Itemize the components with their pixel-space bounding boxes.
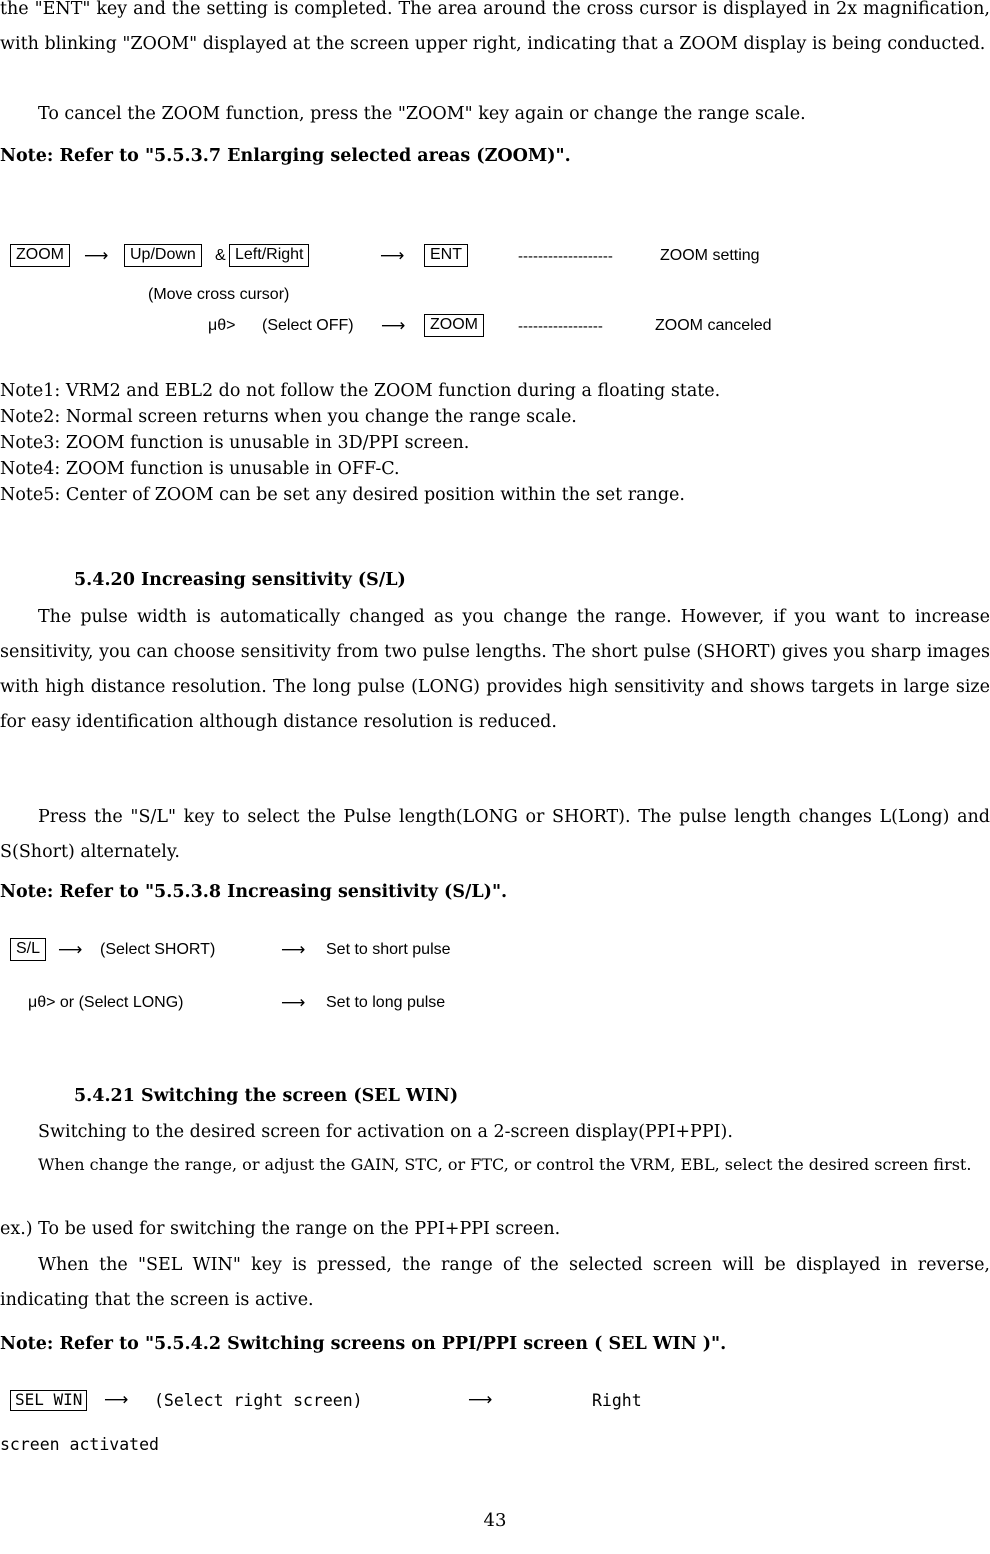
label-select-off: (Select OFF) <box>262 317 354 334</box>
paragraph-zoom-cancel: To cancel the ZOOM function, press the "… <box>0 97 990 132</box>
paragraph-text: To cancel the ZOOM function, press the "… <box>38 104 806 124</box>
note-ref-selwin: Note: Refer to "5.5.4.2 Switching screen… <box>0 1334 727 1354</box>
arrow-icon: ⟶ <box>84 246 108 266</box>
note-item: Note3: ZOOM function is unusable in 3D/P… <box>0 433 470 453</box>
key-left-right[interactable]: Left/Right <box>229 244 310 267</box>
label-zoom-canceled: ZOOM canceled <box>655 317 772 334</box>
paragraph-text: When change the range, or adjust the GAI… <box>38 1155 972 1174</box>
paragraph-selwin-1: Switching to the desired screen for acti… <box>0 1115 990 1150</box>
key-zoom-cancel[interactable]: ZOOM <box>424 314 484 337</box>
label-select-right-screen: (Select right screen) <box>154 1391 363 1410</box>
paragraph-sl-1: The pulse width is automatically changed… <box>0 600 990 740</box>
label-screen-activated: screen activated <box>0 1435 159 1454</box>
paragraph-selwin-2: When change the range, or adjust the GAI… <box>0 1150 990 1179</box>
label-zoom-setting: ZOOM setting <box>660 247 760 264</box>
arrow-icon: ⟶ <box>381 316 405 336</box>
paragraph-text: the "ENT" key and the setting is complet… <box>0 0 990 54</box>
key-sel-win[interactable]: SEL WIN <box>10 1390 88 1411</box>
zoom-notes-list: Note1: VRM2 and EBL2 do not follow the Z… <box>0 378 990 508</box>
paragraph-selwin-4: When the "SEL WIN" key is pressed, the r… <box>0 1248 990 1318</box>
key-ent[interactable]: ENT <box>424 244 468 267</box>
label-mu-theta-long: μθ> or (Select LONG) <box>28 994 184 1011</box>
ampersand-label: & <box>215 247 226 264</box>
paragraph-text: Switching to the desired screen for acti… <box>38 1122 733 1142</box>
arrow-icon: ⟶ <box>104 1390 128 1410</box>
label-select-short: (Select SHORT) <box>100 941 216 958</box>
section-heading-5-4-20: 5.4.20 Increasing sensitivity (S/L) <box>74 570 406 590</box>
note-item: Note5: Center of ZOOM can be set any des… <box>0 485 685 505</box>
arrow-icon: ⟶ <box>281 940 305 960</box>
paragraph-text: ex.) To be used for switching the range … <box>0 1219 561 1239</box>
page-number: 43 <box>483 1510 507 1531</box>
note-item: Note1: VRM2 and EBL2 do not follow the Z… <box>0 381 721 401</box>
paragraph-text: When the "SEL WIN" key is pressed, the r… <box>0 1255 990 1310</box>
label-right: Right <box>592 1391 642 1410</box>
paragraph-zoom-intro: the "ENT" key and the setting is complet… <box>0 0 990 62</box>
label-set-long-pulse: Set to long pulse <box>326 994 446 1011</box>
arrow-icon: ⟶ <box>58 940 82 960</box>
arrow-icon: ⟶ <box>281 993 305 1013</box>
label-set-short-pulse: Set to short pulse <box>326 941 451 958</box>
document-page: the "ENT" key and the setting is complet… <box>0 0 990 1554</box>
dash-connector: ----------------- <box>518 318 603 335</box>
note-ref-sl: Note: Refer to "5.5.3.8 Increasing sensi… <box>0 882 508 902</box>
arrow-icon: ⟶ <box>468 1390 492 1410</box>
note-ref-zoom: Note: Refer to "5.5.3.7 Enlarging select… <box>0 146 571 166</box>
key-up-down[interactable]: Up/Down <box>124 244 202 267</box>
note-item: Note4: ZOOM function is unusable in OFF-… <box>0 459 400 479</box>
dash-connector: ------------------- <box>518 248 613 265</box>
paragraph-selwin-3: ex.) To be used for switching the range … <box>0 1212 990 1247</box>
paragraph-text: Press the "S/L" key to select the Pulse … <box>0 807 990 862</box>
paragraph-sl-2: Press the "S/L" key to select the Pulse … <box>0 800 990 870</box>
key-sl[interactable]: S/L <box>10 938 47 961</box>
key-zoom[interactable]: ZOOM <box>10 244 70 267</box>
section-heading-5-4-21: 5.4.21 Switching the screen (SEL WIN) <box>74 1086 459 1106</box>
label-mu-theta: μθ> <box>208 317 236 334</box>
label-move-cross-cursor: (Move cross cursor) <box>148 286 290 303</box>
note-item: Note2: Normal screen returns when you ch… <box>0 407 577 427</box>
arrow-icon: ⟶ <box>380 246 404 266</box>
paragraph-text: The pulse width is automatically changed… <box>0 607 990 732</box>
